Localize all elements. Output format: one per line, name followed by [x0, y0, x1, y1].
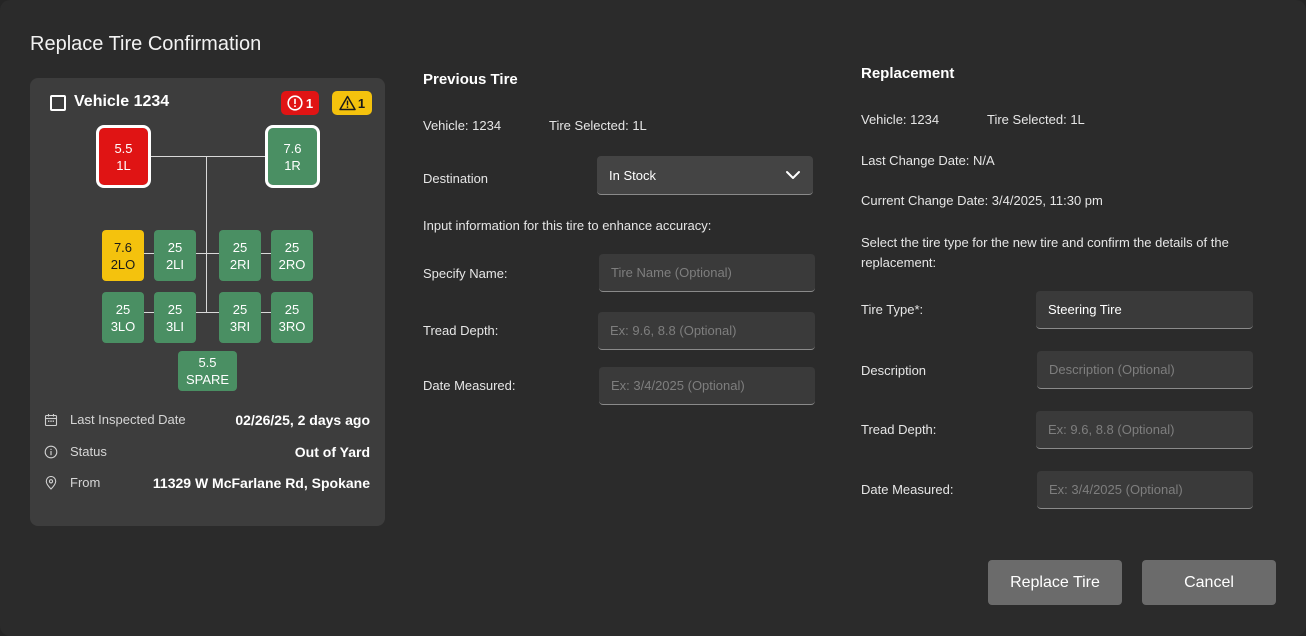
tire-depth: 7.6: [113, 239, 133, 255]
tire-diagram: 5.5 1L 7.6 1R 7.6 2LO 25 2LI 25 2RI 25 2…: [30, 78, 385, 398]
tire-position: 3LO: [110, 318, 136, 334]
tire-position: 3LI: [165, 318, 185, 334]
location-pin-icon: [44, 476, 58, 490]
last-change-date: Last Change Date: N/A: [861, 153, 995, 168]
status-label: Status: [70, 444, 107, 459]
tire-1l[interactable]: 5.5 1L: [96, 125, 151, 188]
replacement-vehicle: Vehicle: 1234: [861, 112, 940, 127]
current-change-date: Current Change Date: 3/4/2025, 11:30 pm: [861, 193, 1103, 208]
tire-2li[interactable]: 25 2LI: [154, 230, 196, 281]
previous-hint: Input information for this tire to enhan…: [423, 218, 712, 233]
tire-position: 2LO: [110, 256, 136, 272]
specify-name-label: Specify Name:: [423, 266, 508, 281]
description-label: Description: [861, 363, 927, 378]
tire-depth: 25: [284, 301, 300, 317]
replace-tire-button[interactable]: Replace Tire: [988, 560, 1122, 605]
tire-2lo[interactable]: 7.6 2LO: [102, 230, 144, 281]
last-inspected-label: Last Inspected Date: [70, 412, 186, 427]
replacement-tread-label: Tread Depth:: [861, 422, 937, 437]
previous-tire-heading: Previous Tire: [423, 71, 518, 88]
info-icon: [44, 445, 58, 459]
previous-vehicle: Vehicle: 1234: [423, 118, 502, 133]
from-row: From 11329 W McFarlane Rd, Spokane: [44, 475, 370, 495]
tire-position: 2LI: [165, 256, 185, 272]
vehicle-card: Vehicle 1234 1 1 5.5 1L 7.6 1R 7.6 2LO 2…: [30, 78, 385, 526]
calendar-icon: [44, 413, 58, 427]
tire-depth: 5.5: [198, 355, 217, 370]
destination-label: Destination: [423, 171, 489, 186]
tire-1r[interactable]: 7.6 1R: [265, 125, 320, 188]
front-axle-line: [150, 156, 266, 157]
tire-3lo[interactable]: 25 3LO: [102, 292, 144, 343]
tire-position: 1L: [116, 157, 131, 173]
previous-tread-input[interactable]: Ex: 9.6, 8.8 (Optional): [598, 312, 815, 350]
from-value: 11329 W McFarlane Rd, Spokane: [152, 475, 370, 491]
tire-type-input[interactable]: Steering Tire: [1036, 291, 1253, 329]
tire-type-label: Tire Type*:: [861, 302, 924, 317]
replacement-date-label: Date Measured:: [861, 482, 954, 497]
destination-value: In Stock: [609, 167, 656, 183]
replacement-heading: Replacement: [861, 65, 955, 82]
tire-position: 3RI: [229, 318, 251, 334]
previous-tread-label: Tread Depth:: [423, 323, 499, 338]
replacement-tire-selected: Tire Selected: 1L: [987, 112, 1085, 127]
previous-date-input[interactable]: Ex: 3/4/2025 (Optional): [599, 367, 815, 405]
status-row: Status Out of Yard: [44, 444, 370, 464]
description-input[interactable]: Description (Optional): [1037, 351, 1253, 389]
from-label: From: [70, 475, 101, 490]
tire-position: 3RO: [278, 318, 306, 334]
tire-spare[interactable]: 5.5 SPARE: [178, 351, 237, 391]
last-inspected-row: Last Inspected Date 02/26/25, 2 days ago: [44, 412, 370, 432]
tire-2ro[interactable]: 25 2RO: [271, 230, 313, 281]
chevron-down-icon: [785, 168, 801, 183]
replacement-tread-input[interactable]: Ex: 9.6, 8.8 (Optional): [1036, 411, 1253, 449]
center-axle-line: [206, 156, 207, 313]
last-inspected-value: 02/26/25, 2 days ago: [235, 412, 370, 428]
tire-depth: 25: [284, 239, 300, 255]
tire-depth: 25: [167, 239, 183, 255]
tire-3li[interactable]: 25 3LI: [154, 292, 196, 343]
tire-3ro[interactable]: 25 3RO: [271, 292, 313, 343]
tire-depth: 25: [167, 301, 183, 317]
tire-position: 1R: [284, 157, 301, 173]
tire-position: SPARE: [185, 372, 230, 387]
replace-tire-dialog: Replace Tire Confirmation Vehicle 1234 1…: [0, 0, 1306, 636]
tire-depth: 5.5: [114, 140, 133, 156]
tire-position: 2RI: [229, 256, 251, 272]
tire-position: 2RO: [278, 256, 306, 272]
previous-tire-selected: Tire Selected: 1L: [549, 118, 647, 133]
replacement-instructions: Select the tire type for the new tire an…: [861, 235, 1229, 270]
destination-select[interactable]: In Stock: [597, 156, 813, 195]
replacement-date-input[interactable]: Ex: 3/4/2025 (Optional): [1037, 471, 1253, 509]
status-value: Out of Yard: [294, 444, 370, 460]
dialog-title: Replace Tire Confirmation: [30, 33, 262, 55]
tire-depth: 25: [232, 301, 248, 317]
tire-depth: 7.6: [283, 140, 302, 156]
tire-depth: 25: [115, 301, 131, 317]
tire-3ri[interactable]: 25 3RI: [219, 292, 261, 343]
tire-depth: 25: [232, 239, 248, 255]
tire-2ri[interactable]: 25 2RI: [219, 230, 261, 281]
cancel-button[interactable]: Cancel: [1142, 560, 1276, 605]
previous-date-label: Date Measured:: [423, 378, 516, 393]
tire-name-input[interactable]: Tire Name (Optional): [599, 254, 815, 292]
